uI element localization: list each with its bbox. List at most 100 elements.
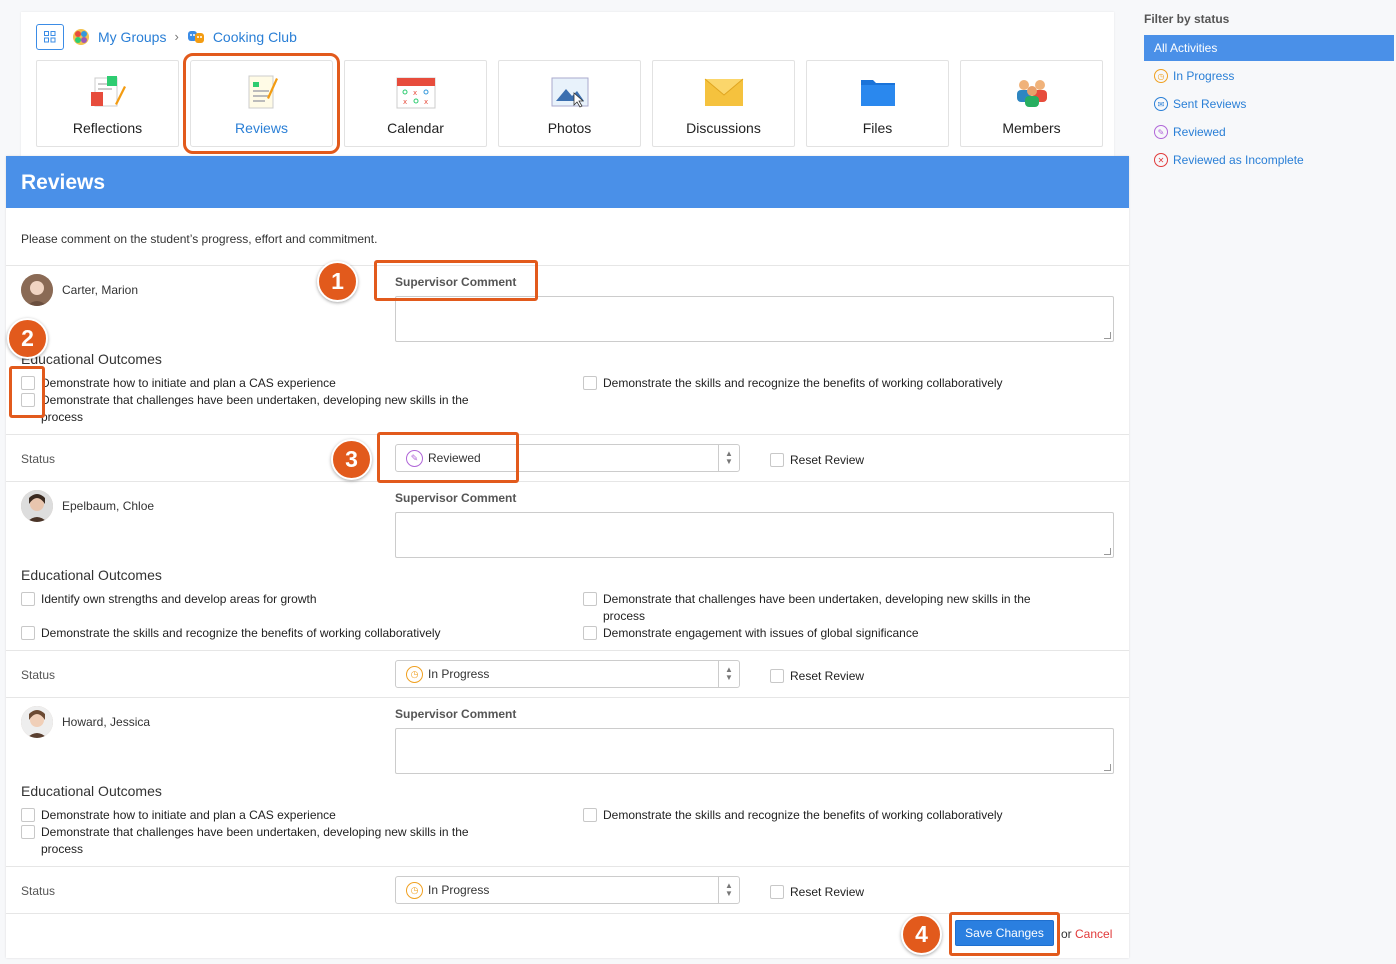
checkbox[interactable] [21,626,35,640]
tile-files[interactable]: Files [806,60,949,147]
filter-all-activities[interactable]: All Activities [1144,35,1394,61]
apps-grid-button[interactable] [36,23,64,50]
checkbox[interactable] [21,592,35,606]
outcome-checkbox[interactable]: Identify own strengths and develop areas… [21,591,511,608]
grid-icon [44,30,56,42]
avatar [21,490,53,522]
status-row: Status ◷ In Progress ▲ ▼ Reset Review [6,866,1129,913]
checkbox[interactable] [21,808,35,822]
folder-icon [858,73,898,111]
outcome-label: Demonstrate that challenges have been un… [41,825,469,856]
reset-review-label: Reset Review [790,668,865,683]
outcome-checkbox[interactable]: Demonstrate that challenges have been un… [583,591,1073,625]
tile-label: Reflections [72,120,143,136]
tile-reviews[interactable]: Reviews [183,53,340,154]
checkbox[interactable] [21,825,35,839]
outcome-label: Demonstrate that challenges have been un… [603,592,1031,623]
callout-number-2: 2 [7,318,48,359]
outcome-checkbox[interactable]: Demonstrate that challenges have been un… [21,824,511,858]
outcome-checkbox[interactable]: Demonstrate the skills and recognize the… [583,375,1073,392]
callout-highlight-save [949,912,1060,956]
intro-text: Please comment on the student’s progress… [6,208,1129,266]
filter-label: All Activities [1154,41,1218,55]
tile-photos[interactable]: Photos [498,60,641,147]
svg-text:x: x [424,98,428,106]
avatar [21,274,53,306]
student-info: Epelbaum, Chloe [21,490,154,522]
select-arrows-icon: ▲ ▼ [718,445,739,471]
tile-label: Files [862,120,893,136]
student-name: Epelbaum, Chloe [62,499,155,513]
reviews-icon [242,73,282,111]
select-arrows-icon: ▲ ▼ [718,877,739,903]
outcome-checkbox[interactable]: Demonstrate the skills and recognize the… [21,625,511,642]
outcome-checkbox[interactable]: Demonstrate the skills and recognize the… [583,807,1073,824]
tile-label: Photos [547,120,592,136]
status-value: In Progress [428,883,490,897]
tile-discussions[interactable]: Discussions [652,60,795,147]
select-arrows-icon: ▲ ▼ [718,661,739,687]
page: My Groups › Cooking Club Reflections Rev… [0,0,1396,964]
checkbox[interactable] [770,669,784,683]
reviews-panel: Reviews Please comment on the student’s … [6,156,1129,958]
filter-reviewed[interactable]: ✎ Reviewed [1144,119,1394,145]
outcome-checkbox[interactable]: Demonstrate how to initiate and plan a C… [21,375,511,392]
educational-outcomes-label: Educational Outcomes [21,567,162,583]
outcome-checkbox[interactable]: Demonstrate engagement with issues of gl… [583,625,1073,642]
close-circle-icon: ✕ [1154,153,1168,167]
status-select[interactable]: ◷ In Progress ▲ ▼ [395,876,740,904]
group-nav-card: My Groups › Cooking Club Reflections Rev… [21,12,1114,156]
group-tiles: Reflections Reviews xxx Calendar Photos [36,53,1103,154]
reflections-icon [88,73,128,111]
tile-calendar[interactable]: xxx Calendar [344,60,487,147]
calendar-icon: xxx [396,73,436,111]
checkbox[interactable] [583,376,597,390]
filter-reviewed-incomplete[interactable]: ✕ Reviewed as Incomplete [1144,147,1394,173]
filter-in-progress[interactable]: ◷ In Progress [1144,63,1394,89]
outcome-checkbox[interactable]: Demonstrate that challenges have been un… [21,392,511,426]
filter-label: Reviewed [1173,125,1226,139]
filter-sent-reviews[interactable]: ✉ Sent Reviews [1144,91,1394,117]
tile-reflections[interactable]: Reflections [36,60,179,147]
breadcrumb-my-groups[interactable]: My Groups [98,29,166,45]
filter-label: In Progress [1173,69,1235,83]
outcome-label: Demonstrate how to initiate and plan a C… [41,376,336,390]
reset-review-toggle[interactable]: Reset Review [770,884,864,899]
checkbox[interactable] [583,626,597,640]
reset-review-label: Reset Review [790,884,865,899]
tile-members[interactable]: Members [960,60,1103,147]
student-info: Howard, Jessica [21,706,150,738]
cancel-link[interactable]: Cancel [1075,927,1112,941]
outcome-checkbox[interactable]: Demonstrate how to initiate and plan a C… [21,807,511,824]
checkbox[interactable] [583,808,597,822]
checkbox[interactable] [583,592,597,606]
outcome-label: Demonstrate the skills and recognize the… [603,376,1003,390]
or-text: or [1061,927,1072,941]
student-name: Carter, Marion [62,283,139,297]
outcome-label: Demonstrate that challenges have been un… [41,393,469,424]
reset-review-toggle[interactable]: Reset Review [770,668,864,683]
status-value: In Progress [428,667,490,681]
clock-icon: ◷ [406,665,423,683]
chevron-right-icon: › [174,29,179,44]
filter-label: Sent Reviews [1173,97,1247,111]
members-icon [1012,73,1052,111]
supervisor-comment-input[interactable] [395,728,1114,774]
supervisor-comment-input[interactable] [395,296,1114,342]
callout-number-4: 4 [901,914,942,955]
checkbox[interactable] [770,885,784,899]
callout-highlight-supervisor-comment [374,260,538,301]
checkbox[interactable] [770,453,784,467]
supervisor-comment-input[interactable] [395,512,1114,558]
photos-icon [550,73,590,111]
reset-review-toggle[interactable]: Reset Review [770,452,864,467]
status-filter-sidebar: Filter by status All Activities ◷ In Prog… [1144,12,1394,175]
status-label: Status [21,884,56,898]
breadcrumb-cooking-club[interactable]: Cooking Club [213,29,297,45]
svg-text:x: x [413,89,417,97]
reviewed-icon: ✎ [1154,125,1168,139]
outcome-label: Identify own strengths and develop areas… [41,592,317,606]
status-select[interactable]: ◷ In Progress ▲ ▼ [395,660,740,688]
outcome-label: Demonstrate the skills and recognize the… [41,626,441,640]
educational-outcomes-label: Educational Outcomes [21,351,162,367]
